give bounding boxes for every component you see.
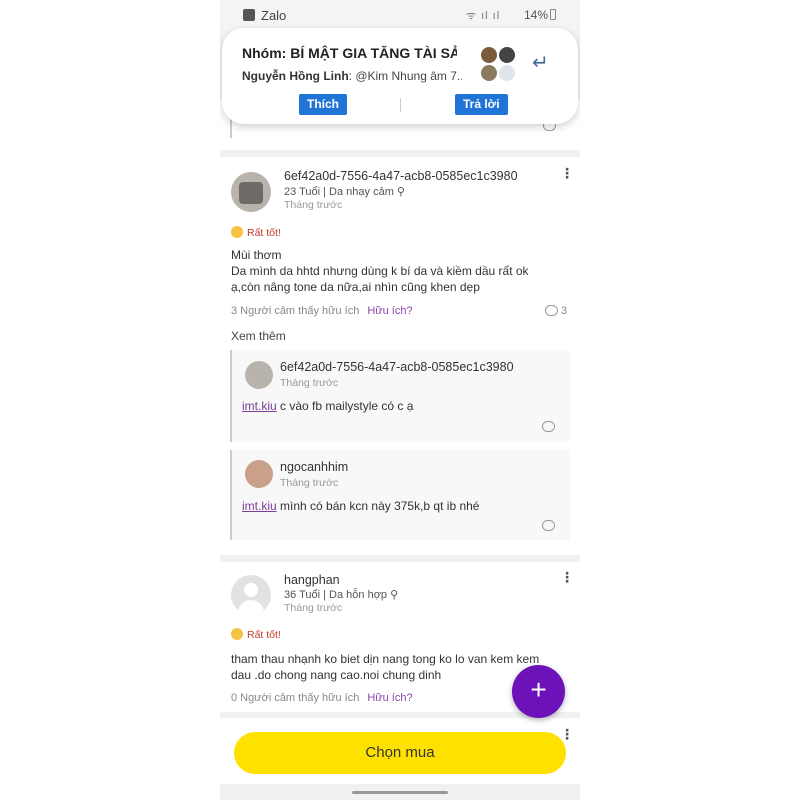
avatar[interactable]	[231, 575, 271, 615]
battery-percent: 14%	[524, 8, 549, 22]
review-text-line: Mùi thơm	[231, 248, 282, 262]
review-meta: 23 Tuổi | Da nhạy cảm ⚲	[284, 186, 405, 198]
rating-badge: Rất tốt!	[231, 628, 281, 641]
comment-count: 3	[561, 305, 568, 317]
review-meta: 36 Tuổi | Da hỗn hợp ⚲	[284, 589, 399, 601]
review-card: 6ef42a0d-7556-4a47-acb8-0585ec1c3980 23 …	[220, 157, 580, 555]
review-username[interactable]: 6ef42a0d-7556-4a47-acb8-0585ec1c3980	[284, 169, 518, 183]
review-text: Mùi thơm Da mình da hhtd nhưng dùng k bí…	[231, 247, 561, 295]
helpful-text: 0 Người cảm thấy hữu ích	[231, 692, 360, 704]
notification-message: Nguyễn Hồng Linh: @Kim Nhung âm 7..	[242, 69, 462, 83]
smile-emoji-icon	[231, 628, 243, 640]
user-skin-info: 23 Tuổi | Da nhạy cảm	[284, 186, 394, 198]
avatar[interactable]	[245, 361, 273, 389]
home-indicator[interactable]	[352, 791, 448, 794]
more-options-icon[interactable]: ⋮	[560, 165, 574, 182]
avatar[interactable]	[231, 172, 271, 212]
zalo-notification[interactable]: Nhóm: BÍ MẬT GIA TĂNG TÀI SẢ.. Nguyễn Hồ…	[222, 28, 578, 124]
reply-arrow-icon[interactable]: ↵	[532, 50, 549, 75]
helpful-link[interactable]: Hữu ích?	[367, 305, 412, 317]
reply-text: imt.kiu c vào fb mailystyle có c ạ	[242, 398, 413, 414]
comment-icon[interactable]	[542, 421, 555, 432]
more-options-icon[interactable]: ⋮	[560, 569, 574, 586]
mention-link[interactable]: imt.kiu	[242, 399, 277, 413]
smile-emoji-icon	[231, 226, 243, 238]
notification-sender: Nguyễn Hồng Linh	[242, 69, 349, 83]
reply-username[interactable]: ngocanhhim	[280, 460, 348, 474]
review-time: Tháng trước	[284, 199, 343, 211]
avatar[interactable]	[245, 460, 273, 488]
review-text-line: Da mình da hhtd nhưng dùng k bí da và ki…	[231, 264, 529, 294]
add-review-fab[interactable]: +	[512, 665, 565, 718]
zalo-app-icon	[243, 9, 255, 21]
reply-time: Tháng trước	[280, 477, 339, 489]
status-app-name: Zalo	[261, 8, 287, 23]
reply-text: imt.kiu mình có bán kcn này 375k,b qt ib…	[242, 498, 479, 514]
comment-icon[interactable]	[542, 520, 555, 531]
helpful-link[interactable]: Hữu ích?	[367, 692, 412, 704]
like-button[interactable]: Thích	[299, 94, 347, 115]
status-bar: Zalo ᯤ ıl ıl 14%	[220, 0, 580, 30]
rating-badge: Rất tốt!	[231, 226, 281, 239]
reply-button[interactable]: Trả lời	[455, 94, 508, 115]
phone-screen: Zalo ᯤ ıl ıl 14% Nhóm: BÍ MẬT GIA TĂNG T…	[220, 0, 580, 800]
group-avatar	[481, 47, 517, 83]
signal-icon: ᯤ ıl ıl	[466, 10, 501, 22]
rating-label: Rất tốt!	[247, 629, 281, 641]
notification-text: : @Kim Nhung âm 7..	[348, 69, 462, 83]
reply-item: 6ef42a0d-7556-4a47-acb8-0585ec1c3980 Thá…	[230, 350, 570, 442]
choose-buy-button[interactable]: Chọn mua	[234, 732, 566, 774]
review-time: Tháng trước	[284, 602, 343, 614]
helpful-count: 0 Người cảm thấy hữu ích Hữu ích?	[231, 692, 413, 704]
helpful-count: 3 Người cảm thấy hữu ích Hữu ích?	[231, 305, 413, 317]
comment-icon[interactable]	[545, 305, 558, 316]
button-divider	[400, 98, 401, 112]
review-username[interactable]: hangphan	[284, 573, 340, 587]
rating-label: Rất tốt!	[247, 227, 281, 239]
notification-title: Nhóm: BÍ MẬT GIA TĂNG TÀI SẢ..	[242, 45, 457, 61]
reply-text-content: c vào fb mailystyle có c ạ	[276, 399, 414, 413]
nav-bar	[220, 784, 580, 800]
reply-username[interactable]: 6ef42a0d-7556-4a47-acb8-0585ec1c3980	[280, 360, 514, 374]
helpful-text: 3 Người cảm thấy hữu ích	[231, 305, 360, 317]
reply-text-content: mình có bán kcn này 375k,b qt ib nhé	[276, 499, 480, 513]
reply-time: Tháng trước	[280, 377, 339, 389]
battery-icon	[550, 9, 556, 20]
user-skin-info: 36 Tuổi | Da hỗn hợp	[284, 589, 388, 601]
see-more-link[interactable]: Xem thêm	[231, 329, 286, 343]
reply-item: ngocanhhim Tháng trước imt.kiu mình có b…	[230, 450, 570, 540]
review-text: tham thau nhạnh ko biet dịn nang tong ko…	[231, 652, 540, 682]
mention-link[interactable]: imt.kiu	[242, 499, 277, 513]
